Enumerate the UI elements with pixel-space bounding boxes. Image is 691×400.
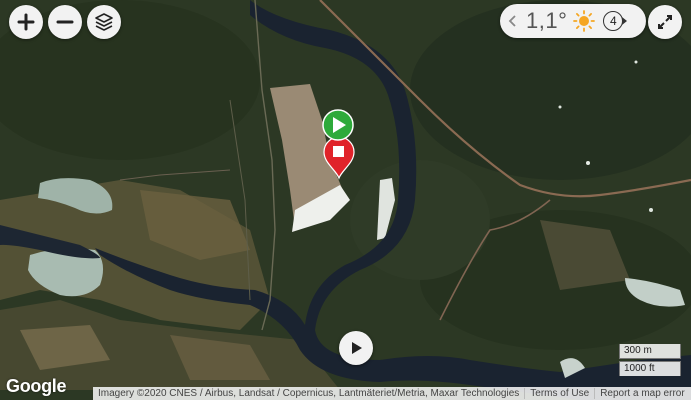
start-marker[interactable] bbox=[322, 109, 354, 141]
minus-icon bbox=[56, 20, 74, 24]
zoom-in-button[interactable] bbox=[9, 5, 43, 39]
stop-icon bbox=[333, 146, 344, 157]
layers-icon bbox=[95, 13, 113, 31]
google-logo[interactable]: Google bbox=[6, 376, 67, 397]
wind-force: 4 bbox=[610, 14, 617, 28]
weather-widget[interactable]: 1,1° 4 bbox=[500, 4, 646, 38]
fullscreen-button[interactable] bbox=[648, 5, 682, 39]
zoom-out-button[interactable] bbox=[48, 5, 82, 39]
weather-prev-button[interactable] bbox=[504, 4, 522, 38]
expand-icon bbox=[658, 15, 672, 29]
wind-indicator: 4 bbox=[603, 11, 628, 31]
plus-icon bbox=[17, 13, 35, 31]
temperature: 1,1° bbox=[526, 8, 568, 33]
imagery-credit: Imagery ©2020 CNES / Airbus, Landsat / C… bbox=[98, 388, 520, 399]
wind-direction-icon bbox=[622, 17, 628, 25]
play-route-button[interactable] bbox=[339, 331, 373, 365]
chevron-left-icon bbox=[508, 15, 516, 27]
attribution-bar: Imagery ©2020 CNES / Airbus, Landsat / C… bbox=[93, 387, 691, 400]
sun-icon bbox=[573, 10, 596, 32]
layers-button[interactable] bbox=[87, 5, 121, 39]
play-icon bbox=[352, 342, 362, 354]
scale-imperial: 1000 ft bbox=[619, 361, 681, 376]
terms-link[interactable]: Terms of Use bbox=[525, 388, 594, 399]
scale-metric: 300 m bbox=[619, 344, 681, 359]
report-error-link[interactable]: Report a map error bbox=[595, 388, 689, 399]
